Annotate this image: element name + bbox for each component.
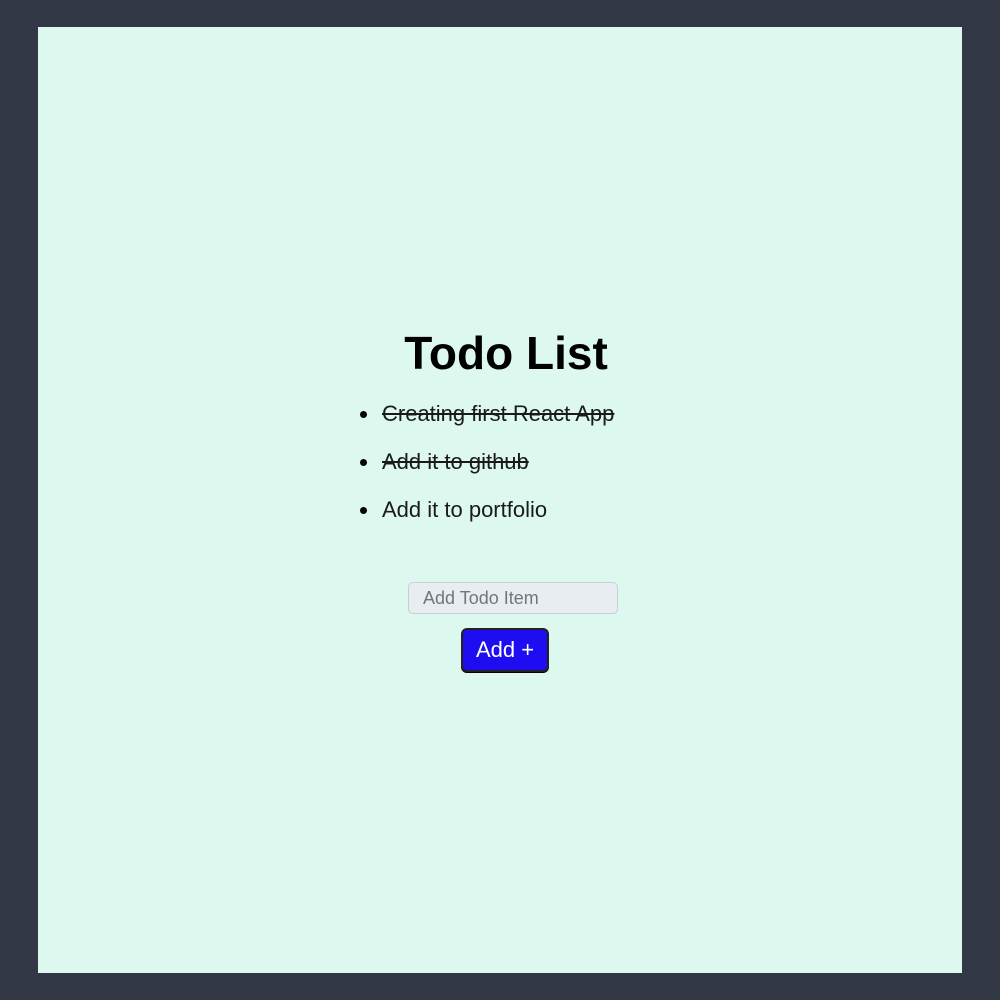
todo-item-text: Creating first React App (382, 401, 615, 426)
todo-item[interactable]: Add it to github (360, 445, 614, 493)
add-todo-button[interactable]: Add + (461, 628, 549, 672)
todo-item-text: Add it to github (382, 449, 529, 474)
todo-item-text: Add it to portfolio (382, 497, 548, 522)
todo-item[interactable]: Creating first React App (360, 397, 614, 445)
app-frame: Todo List Creating first React App Add i… (38, 27, 962, 973)
bullet-icon (360, 459, 367, 466)
todo-app: Todo List Creating first React App Add i… (38, 27, 962, 973)
todo-item[interactable]: Add it to portfolio (360, 493, 614, 541)
todo-list: Creating first React App Add it to githu… (360, 397, 614, 541)
bullet-icon (360, 507, 367, 514)
page-title: Todo List (404, 327, 608, 379)
add-todo-input[interactable] (408, 582, 618, 614)
bullet-icon (360, 411, 367, 418)
